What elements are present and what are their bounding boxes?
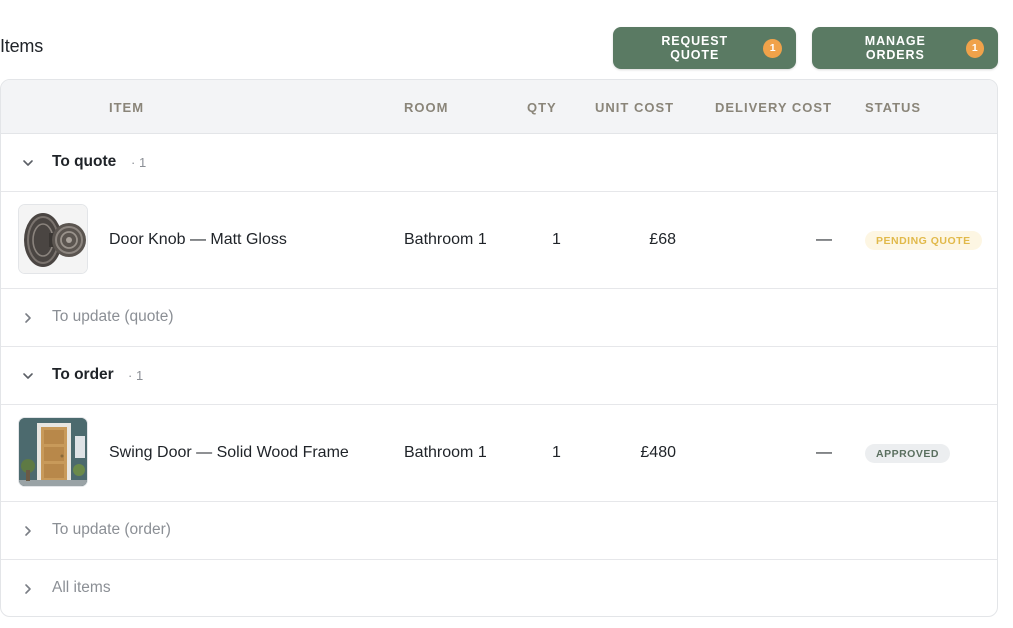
status-badge: APPROVED [865,444,950,463]
request-quote-label: REQUEST QUOTE [661,34,729,62]
item-name[interactable]: Door Knob — Matt Gloss [109,231,287,249]
items-page: Items REQUEST QUOTE 1 MANAGE ORDERS 1 IT… [0,0,1013,628]
column-header-qty[interactable]: QTY [527,100,557,115]
page-title: Items [0,36,44,56]
group-title: All items [52,579,111,596]
group-title: To quote [52,153,117,170]
wooden-door-image [18,417,88,487]
group-title: To update (quote) [52,308,174,325]
chevron-down-icon[interactable] [21,156,35,170]
group-row-to-update-quote[interactable]: To update (quote) [1,289,997,347]
group-title: To order [52,366,114,383]
item-unit-cost: £480 [640,444,676,461]
manage-orders-button[interactable]: MANAGE ORDERS 1 [812,27,998,69]
request-quote-button[interactable]: REQUEST QUOTE 1 [613,27,796,69]
chevron-right-icon[interactable] [21,524,35,538]
group-row-all-items[interactable]: All items [1,560,997,616]
chevron-down-icon[interactable] [21,369,35,383]
item-qty: 1 [552,444,561,461]
item-qty: 1 [552,231,561,248]
manage-orders-label: MANAGE ORDERS [864,34,926,62]
status-badge: PENDING QUOTE [865,231,982,250]
table-row[interactable]: Swing Door — Solid Wood Frame Bathroom 1… [1,405,997,502]
group-title: To update (order) [52,521,171,538]
group-row-to-update-order[interactable]: To update (order) [1,502,997,560]
item-room: Bathroom 1 [404,231,487,248]
column-header-delivery-cost[interactable]: DELIVERY COST [715,100,832,115]
column-header-status[interactable]: STATUS [865,100,921,115]
items-table: ITEM ROOM QTY UNIT COST DELIVERY COST ST… [0,79,998,617]
item-room: Bathroom 1 [404,444,487,461]
group-row-to-order[interactable]: To order · 1 [1,347,997,405]
chevron-right-icon[interactable] [21,311,35,325]
item-unit-cost: £68 [649,231,676,248]
item-delivery-cost: — [816,231,832,248]
column-header-room[interactable]: ROOM [404,100,448,115]
item-delivery-cost: — [816,444,832,461]
group-count: · 1 [131,155,147,170]
column-header-unit-cost[interactable]: UNIT COST [595,100,674,115]
chevron-right-icon[interactable] [21,582,35,596]
door-knob-image [18,204,88,274]
group-row-to-quote[interactable]: To quote · 1 [1,134,997,192]
request-quote-count-badge: 1 [763,38,782,58]
item-name[interactable]: Swing Door — Solid Wood Frame [109,444,349,462]
table-header: ITEM ROOM QTY UNIT COST DELIVERY COST ST… [1,80,997,134]
column-header-item[interactable]: ITEM [109,100,144,115]
table-row[interactable]: Door Knob — Matt Gloss Bathroom 1 1 £68 … [1,192,997,289]
group-count: · 1 [128,368,144,383]
manage-orders-count-badge: 1 [965,38,984,58]
